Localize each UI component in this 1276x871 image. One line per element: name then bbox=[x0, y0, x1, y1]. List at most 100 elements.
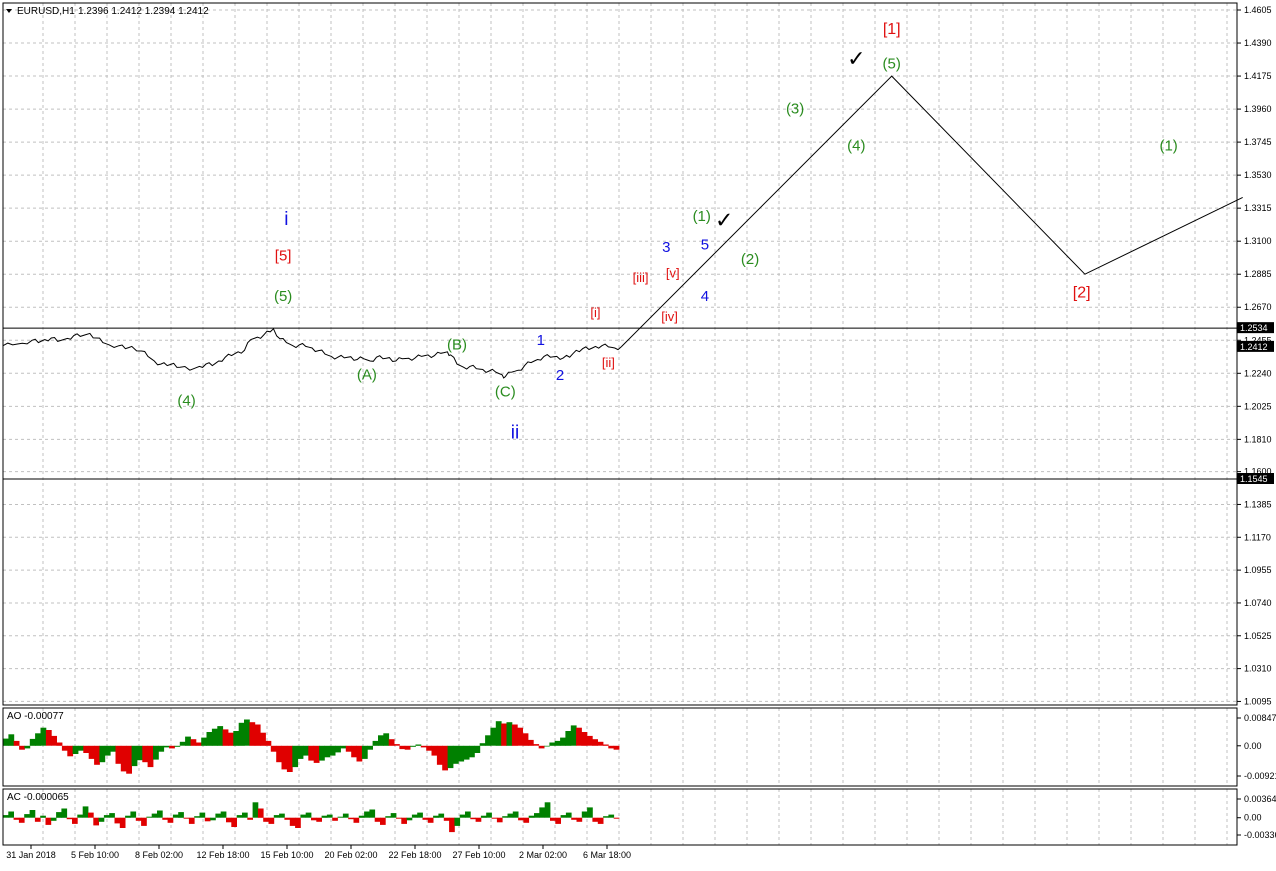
indicator-label: AC -0.000065 bbox=[7, 792, 69, 803]
ao-bar bbox=[120, 745, 127, 772]
ao-bar bbox=[533, 744, 540, 746]
ac-bar bbox=[321, 815, 328, 818]
ac-bar bbox=[56, 812, 62, 818]
ao-bar bbox=[581, 732, 588, 746]
ao-bar bbox=[45, 730, 52, 746]
wave-label: [v] bbox=[666, 265, 680, 280]
ac-bar bbox=[141, 817, 147, 826]
price-tick-label: 1.2670 bbox=[1244, 302, 1272, 312]
ao-bar bbox=[602, 744, 609, 746]
time-tick-label: 22 Feb 18:00 bbox=[388, 850, 441, 860]
wave-label: (B) bbox=[447, 336, 467, 353]
ac-bar bbox=[114, 817, 121, 824]
wave-label: 1 bbox=[537, 332, 545, 349]
ac-bar bbox=[289, 817, 296, 826]
ao-bar bbox=[158, 745, 165, 752]
ac-bar bbox=[119, 817, 126, 828]
ac-bar bbox=[88, 812, 94, 818]
ac-bar bbox=[215, 813, 222, 818]
ao-bar bbox=[126, 745, 132, 774]
price-tick-label: 1.1810 bbox=[1244, 434, 1272, 444]
wave-label: [5] bbox=[275, 247, 292, 264]
ac-bar bbox=[50, 817, 57, 821]
chart-canvas: 1.4605 1.4390 1.4175 1.3960 1.3745 1.3530 1.33… bbox=[0, 0, 1276, 866]
wave-label: i bbox=[284, 209, 288, 230]
ao-bar bbox=[506, 722, 513, 746]
ac-bar bbox=[465, 811, 471, 818]
ac-bar bbox=[560, 815, 567, 818]
ac-bar bbox=[337, 816, 344, 818]
ac-bar bbox=[571, 817, 577, 820]
ao-bar bbox=[260, 732, 266, 746]
ao-bar bbox=[270, 745, 277, 752]
ac-bar bbox=[279, 813, 285, 818]
ao-bar bbox=[613, 745, 620, 750]
ao-bar bbox=[142, 745, 149, 763]
ao-bar bbox=[452, 745, 459, 764]
ao-bar bbox=[554, 740, 561, 746]
ao-bar bbox=[190, 739, 197, 746]
wave-label: [iv] bbox=[661, 309, 678, 324]
ac-bar bbox=[130, 811, 137, 818]
wave-label: (1) bbox=[1159, 138, 1177, 155]
ac-bar bbox=[284, 817, 291, 820]
ao-bar bbox=[527, 739, 534, 746]
ao-bar bbox=[131, 745, 138, 767]
ao-bar bbox=[345, 745, 352, 752]
ac-bar bbox=[512, 811, 519, 818]
price-tick-label: 1.4175 bbox=[1244, 71, 1272, 81]
ac-bar bbox=[204, 817, 211, 822]
ac-bar bbox=[565, 812, 572, 818]
ao-bar bbox=[254, 724, 261, 746]
price-tick-label: 1.3100 bbox=[1244, 236, 1272, 246]
ac-bar bbox=[236, 815, 243, 818]
ao-bar bbox=[576, 727, 582, 746]
ac-bar bbox=[581, 811, 588, 818]
ao-bar bbox=[329, 745, 336, 756]
ac-bar bbox=[231, 817, 237, 827]
ac-bar bbox=[518, 817, 524, 821]
ao-bar bbox=[511, 724, 518, 746]
ac-bar bbox=[486, 812, 492, 818]
wave-label: (1) bbox=[693, 208, 711, 225]
ac-bar bbox=[109, 813, 115, 818]
ao-bar bbox=[367, 745, 373, 750]
price-tick-label: 1.0740 bbox=[1244, 598, 1272, 608]
ac-bar bbox=[93, 817, 99, 826]
ao-bar bbox=[324, 745, 331, 758]
ao-bar bbox=[469, 745, 475, 758]
symbol-header[interactable]: EURUSD,H1 1.2396 1.2412 1.2394 1.2412 bbox=[6, 6, 209, 17]
ac-bar bbox=[411, 814, 418, 818]
ao-bar bbox=[72, 745, 79, 754]
ac-bar bbox=[459, 814, 466, 818]
ac-bar bbox=[433, 815, 439, 818]
price-tick-label: 1.0310 bbox=[1244, 664, 1272, 674]
ao-bar bbox=[185, 736, 191, 746]
ac-bar bbox=[13, 817, 20, 820]
ao-bar bbox=[420, 745, 427, 748]
ao-bar bbox=[153, 745, 159, 760]
indicator-label: AO -0.00077 bbox=[7, 711, 64, 722]
ao-bar bbox=[597, 741, 604, 746]
price-level-label: 1.1545 bbox=[1240, 474, 1268, 484]
ao-bar bbox=[303, 745, 309, 756]
ac-bar bbox=[199, 812, 206, 818]
ao-bar bbox=[179, 741, 186, 746]
ac-bar bbox=[8, 811, 14, 818]
ac-bar bbox=[45, 817, 52, 825]
ao-bar bbox=[136, 745, 143, 761]
ao-bar bbox=[351, 745, 357, 758]
ao-bar bbox=[463, 745, 470, 760]
ac-bar bbox=[544, 802, 551, 818]
ac-bar bbox=[342, 813, 349, 818]
wave-label: ✓ bbox=[847, 46, 865, 71]
ao-bar bbox=[201, 737, 207, 746]
ac-bar bbox=[332, 817, 338, 821]
symbol-name: EURUSD,H1 bbox=[17, 6, 75, 17]
ao-bar bbox=[51, 735, 57, 746]
ac-bar bbox=[226, 817, 232, 823]
ac-bar bbox=[374, 817, 381, 822]
ao-bar bbox=[479, 743, 486, 746]
ao-bar bbox=[426, 745, 432, 751]
ac-bar bbox=[597, 817, 604, 824]
